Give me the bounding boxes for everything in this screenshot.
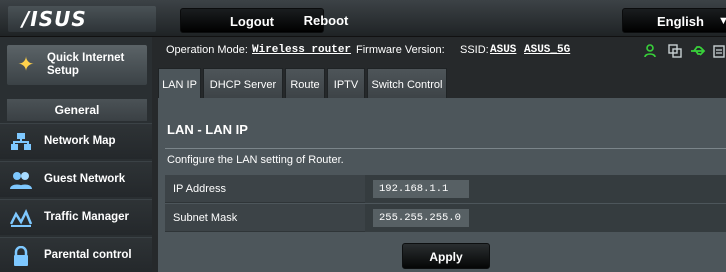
asus-logo[interactable]: /ISUS — [8, 6, 156, 32]
ssid-label: SSID: — [460, 44, 489, 56]
operation-mode-link[interactable]: Wireless router — [252, 44, 351, 56]
ip-address-label: IP Address — [173, 183, 226, 195]
client-status-icon[interactable] — [644, 44, 658, 61]
ssid-link-5g[interactable]: ASUS_5G — [524, 44, 570, 56]
operation-mode-label: Operation Mode: — [166, 44, 248, 56]
sidebar-item-label: Traffic Manager — [44, 211, 129, 223]
sidebar-item-label: Network Map — [44, 135, 116, 147]
chevron-down-icon: ▼ — [718, 15, 726, 27]
magic-wand-icon: ✦ — [17, 54, 35, 76]
panel-description: Configure the LAN setting of Router. — [167, 154, 344, 166]
subnet-mask-label: Subnet Mask — [173, 212, 238, 224]
status-line: Operation Mode: Wireless router Firmware… — [160, 41, 726, 59]
ssid-link-2g[interactable]: ASUS — [490, 44, 516, 56]
subnet-mask-input[interactable] — [373, 209, 469, 227]
guest-network-icon — [10, 170, 32, 190]
sidebar-item-guest-network[interactable]: Guest Network — [0, 161, 152, 197]
lan-ip-panel: LAN - LAN IP Configure the LAN setting o… — [158, 98, 726, 272]
quick-internet-setup-button[interactable]: ✦ Quick Internet Setup — [7, 45, 147, 85]
quick-setup-label: Quick Internet Setup — [47, 52, 125, 77]
tab-iptv[interactable]: IPTV — [327, 68, 365, 98]
traffic-manager-icon — [9, 208, 33, 228]
lock-icon — [10, 245, 32, 266]
reboot-button[interactable]: Reboot — [276, 8, 376, 33]
tab-lan-ip[interactable]: LAN IP — [158, 68, 201, 98]
sidebar-item-label: Parental control — [44, 249, 132, 261]
usb-icon[interactable] — [690, 44, 706, 61]
tab-switch-control[interactable]: Switch Control — [367, 68, 447, 98]
apply-button[interactable]: Apply — [402, 243, 490, 269]
tab-route[interactable]: Route — [285, 68, 325, 98]
tab-dhcp-server[interactable]: DHCP Server — [203, 68, 283, 98]
value-cell — [365, 175, 726, 203]
sidebar: ✦ Quick Internet Setup General Network M… — [0, 37, 152, 272]
page-title: LAN - LAN IP — [167, 122, 248, 137]
sidebar-item-traffic-manager[interactable]: Traffic Manager — [0, 199, 152, 235]
divider — [165, 148, 726, 149]
printer-icon[interactable] — [713, 44, 725, 61]
firmware-version-label: Firmware Version: — [356, 44, 445, 56]
network-map-icon — [10, 132, 32, 152]
sidebar-item-label: Guest Network — [44, 173, 126, 185]
subnet-mask-row: Subnet Mask — [165, 204, 726, 232]
language-select[interactable]: English ▼ — [622, 8, 726, 33]
top-bar: /ISUS Logout Reboot English ▼ — [0, 0, 726, 37]
logo-text: /ISUS — [22, 7, 87, 31]
sidebar-item-parental-control[interactable]: Parental control — [0, 237, 152, 272]
sidebar-item-network-map[interactable]: Network Map — [0, 123, 152, 159]
ip-address-row: IP Address — [165, 175, 726, 203]
language-label: English — [657, 14, 704, 29]
section-title-general: General — [7, 99, 147, 121]
value-cell — [365, 204, 726, 232]
ip-address-input[interactable] — [373, 180, 469, 198]
copy-status-icon[interactable] — [668, 44, 682, 61]
